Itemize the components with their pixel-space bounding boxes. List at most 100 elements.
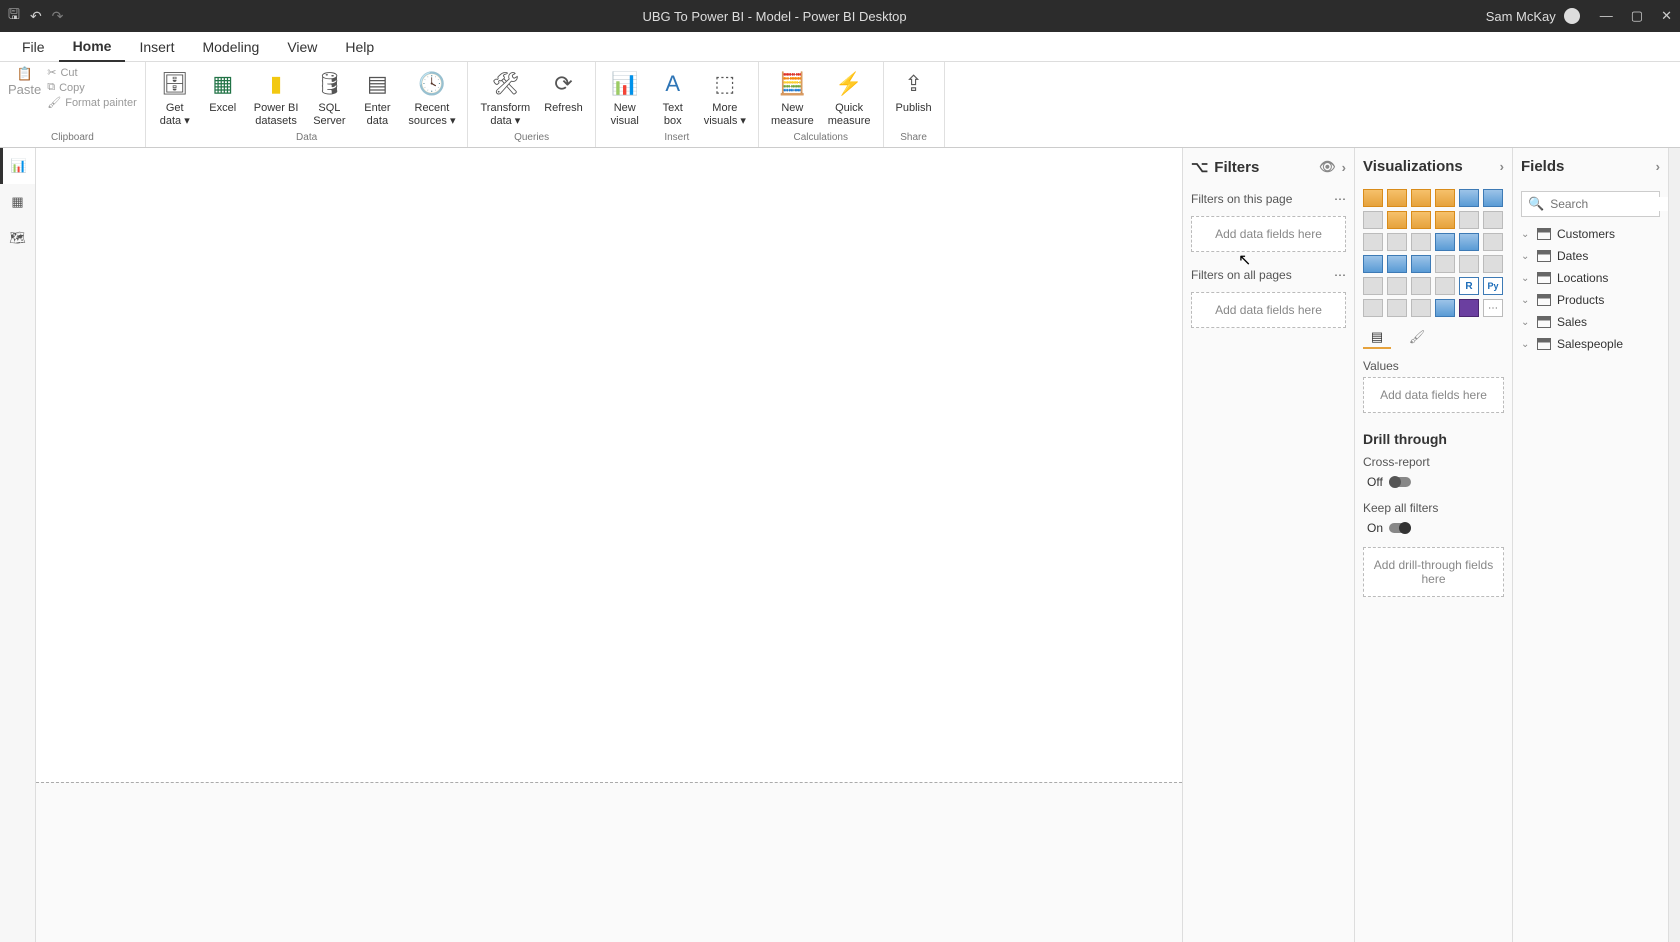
minimize-icon[interactable]: —: [1600, 8, 1613, 24]
menu-insert[interactable]: Insert: [125, 33, 188, 61]
get-data-button[interactable]: 🗄Get data ▾: [154, 66, 196, 129]
collapse-icon[interactable]: ›: [1500, 159, 1504, 174]
data-view-button[interactable]: ▦: [0, 184, 35, 220]
paste-button[interactable]: 📋 Paste: [8, 66, 41, 97]
recent-sources-button[interactable]: 🕓Recent sources ▾: [404, 66, 459, 129]
cross-report-toggle[interactable]: [1389, 477, 1411, 487]
pbi-datasets-button[interactable]: ▮Power BI datasets: [250, 66, 303, 129]
scrollbar-stub[interactable]: [1668, 148, 1680, 942]
map-icon[interactable]: [1363, 255, 1383, 273]
copy-button[interactable]: ⧉Copy: [47, 81, 137, 94]
field-table-salespeople[interactable]: ⌄Salespeople: [1513, 333, 1668, 355]
filters-all-dropzone[interactable]: Add data fields here: [1191, 292, 1346, 328]
filled-map-icon[interactable]: [1387, 255, 1407, 273]
fields-tab-icon[interactable]: ▤: [1363, 327, 1391, 349]
matrix-icon[interactable]: [1435, 277, 1455, 295]
report-view-button[interactable]: 📊: [0, 148, 35, 184]
report-canvas[interactable]: [36, 148, 1182, 782]
collapse-icon[interactable]: ›: [1342, 160, 1346, 175]
powerapps-icon[interactable]: [1459, 299, 1479, 317]
eye-icon[interactable]: 👁: [1319, 159, 1336, 175]
qa-icon[interactable]: [1411, 299, 1431, 317]
line-stacked-column-icon[interactable]: [1459, 211, 1479, 229]
filter-icon: ⌥: [1191, 158, 1208, 176]
stacked-bar-icon[interactable]: [1363, 189, 1383, 207]
card-icon[interactable]: [1459, 255, 1479, 273]
enter-data-button[interactable]: ▤Enter data: [356, 66, 398, 129]
donut-icon[interactable]: [1459, 233, 1479, 251]
text-box-button[interactable]: AText box: [652, 66, 694, 129]
drill-through-dropzone[interactable]: Add drill-through fields here: [1363, 547, 1504, 597]
multirow-card-icon[interactable]: [1483, 255, 1503, 273]
r-visual-icon[interactable]: R: [1459, 277, 1479, 295]
undo-icon[interactable]: ↶: [30, 8, 42, 25]
more-visuals-icon[interactable]: ⋯: [1483, 299, 1503, 317]
gauge-icon[interactable]: [1435, 255, 1455, 273]
table-icon: [1537, 272, 1551, 284]
save-icon[interactable]: 🖫: [8, 4, 20, 28]
python-visual-icon[interactable]: Py: [1483, 277, 1503, 295]
excel-button[interactable]: ▦Excel: [202, 66, 244, 117]
user-account[interactable]: Sam McKay: [1486, 8, 1580, 24]
decomposition-icon[interactable]: [1387, 299, 1407, 317]
kpi-icon[interactable]: [1363, 277, 1383, 295]
more-visuals-button[interactable]: ⬚More visuals ▾: [700, 66, 750, 129]
keep-filters-toggle[interactable]: [1389, 523, 1411, 533]
transform-data-button[interactable]: 🛠Transform data ▾: [476, 66, 534, 129]
pie-icon[interactable]: [1435, 233, 1455, 251]
new-measure-button[interactable]: 🧮New measure: [767, 66, 818, 129]
scatter-icon[interactable]: [1411, 233, 1431, 251]
ellipsis-icon[interactable]: ⋯: [1334, 192, 1346, 206]
area-chart-icon[interactable]: [1387, 211, 1407, 229]
visualizations-panel: Visualizations ›: [1354, 148, 1512, 942]
filters-page-dropzone[interactable]: Add data fields here: [1191, 216, 1346, 252]
refresh-icon: ⟳: [547, 68, 579, 100]
model-view-button[interactable]: 🗺: [0, 220, 35, 256]
stacked-area-icon[interactable]: [1411, 211, 1431, 229]
publish-button[interactable]: ⇪Publish: [892, 66, 936, 117]
shape-map-icon[interactable]: [1411, 255, 1431, 273]
line-clustered-column-icon[interactable]: [1435, 211, 1455, 229]
clustered-bar-icon[interactable]: [1411, 189, 1431, 207]
sql-server-button[interactable]: 🛢SQL Server: [308, 66, 350, 129]
menu-help[interactable]: Help: [331, 33, 388, 61]
field-table-sales[interactable]: ⌄Sales: [1513, 311, 1668, 333]
100-stacked-column-icon[interactable]: [1483, 189, 1503, 207]
treemap-icon[interactable]: [1483, 233, 1503, 251]
funnel-icon[interactable]: [1387, 233, 1407, 251]
field-table-customers[interactable]: ⌄Customers: [1513, 223, 1668, 245]
cut-button[interactable]: ✂Cut: [47, 66, 137, 79]
field-table-products[interactable]: ⌄Products: [1513, 289, 1668, 311]
100-stacked-bar-icon[interactable]: [1459, 189, 1479, 207]
search-input[interactable]: [1550, 197, 1680, 211]
new-visual-button[interactable]: 📊New visual: [604, 66, 646, 129]
menu-file[interactable]: File: [8, 33, 59, 61]
format-painter-button[interactable]: 🖌Format painter: [47, 96, 137, 109]
table-icon: [1537, 294, 1551, 306]
clustered-column-icon[interactable]: [1435, 189, 1455, 207]
fields-search[interactable]: 🔍: [1521, 191, 1660, 217]
line-chart-icon[interactable]: [1363, 211, 1383, 229]
ellipsis-icon[interactable]: ⋯: [1334, 268, 1346, 282]
field-table-dates[interactable]: ⌄Dates: [1513, 245, 1668, 267]
refresh-button[interactable]: ⟳Refresh: [540, 66, 587, 117]
redo-icon[interactable]: ↷: [52, 8, 64, 25]
menu-modeling[interactable]: Modeling: [188, 33, 273, 61]
slicer-icon[interactable]: [1387, 277, 1407, 295]
format-tab-icon[interactable]: 🖌: [1403, 327, 1431, 349]
key-influencers-icon[interactable]: [1363, 299, 1383, 317]
close-icon[interactable]: ✕: [1661, 8, 1672, 24]
quick-measure-button[interactable]: ⚡Quick measure: [824, 66, 875, 129]
table-icon[interactable]: [1411, 277, 1431, 295]
waterfall-icon[interactable]: [1363, 233, 1383, 251]
field-table-locations[interactable]: ⌄Locations: [1513, 267, 1668, 289]
collapse-icon[interactable]: ›: [1656, 159, 1660, 174]
arcgis-icon[interactable]: [1435, 299, 1455, 317]
visualizations-header: Visualizations: [1363, 158, 1463, 175]
values-dropzone[interactable]: Add data fields here: [1363, 377, 1504, 413]
ribbon-chart-icon[interactable]: [1483, 211, 1503, 229]
menu-view[interactable]: View: [273, 33, 331, 61]
stacked-column-icon[interactable]: [1387, 189, 1407, 207]
menu-home[interactable]: Home: [59, 32, 126, 62]
maximize-icon[interactable]: ▢: [1631, 8, 1643, 24]
